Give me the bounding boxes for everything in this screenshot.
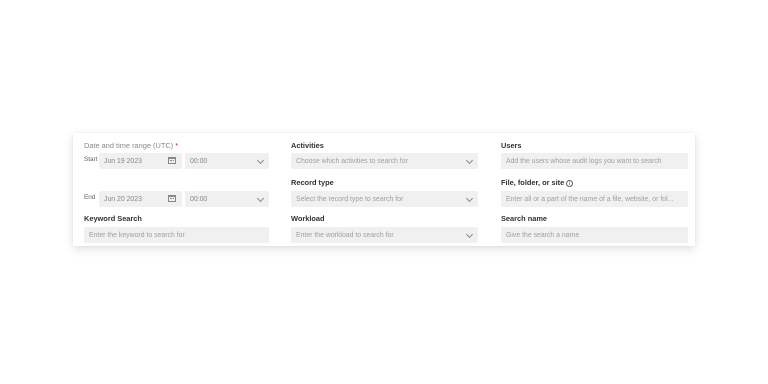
audit-search-form: Date and time range (UTC) * Start Jun 19…	[73, 133, 695, 246]
record-type-placeholder: Select the record type to search for	[296, 195, 404, 203]
activities-dropdown[interactable]: Choose which activities to search for	[291, 153, 478, 169]
end-label: End	[84, 194, 96, 201]
search-name-placeholder: Give the search a name	[506, 231, 580, 239]
required-mark: *	[175, 141, 179, 150]
chevron-down-icon	[465, 194, 474, 203]
workload-label: Workload	[291, 214, 325, 223]
users-input[interactable]: Add the users whose audit logs you want …	[501, 153, 688, 169]
search-name-label: Search name	[501, 214, 548, 223]
chevron-down-icon	[256, 156, 265, 165]
activities-label: Activities	[291, 141, 324, 150]
file-folder-site-label: File, folder, or site i	[501, 178, 574, 187]
calendar-icon[interactable]	[168, 195, 176, 202]
end-date-picker[interactable]: Jun 20 2023	[99, 191, 182, 207]
chevron-down-icon	[256, 194, 265, 203]
date-time-range-label: Date and time range (UTC) *	[84, 141, 178, 150]
record-type-dropdown[interactable]: Select the record type to search for	[291, 191, 478, 207]
end-time-value: 00:00	[190, 195, 208, 203]
start-date-value: Jun 19 2023	[104, 157, 142, 165]
chevron-down-icon	[465, 230, 474, 239]
file-folder-site-text: File, folder, or site	[501, 178, 565, 187]
start-label: Start	[84, 156, 98, 163]
end-time-dropdown[interactable]: 00:00	[185, 191, 269, 207]
file-folder-site-input[interactable]: Enter all or a part of the name of a fil…	[501, 191, 688, 207]
start-time-dropdown[interactable]: 00:00	[185, 153, 269, 169]
keyword-search-placeholder: Enter the keyword to search for	[89, 231, 185, 239]
start-date-picker[interactable]: Jun 19 2023	[99, 153, 182, 169]
date-time-range-text: Date and time range (UTC)	[84, 141, 174, 150]
activities-placeholder: Choose which activities to search for	[296, 157, 408, 165]
workload-placeholder: Enter the workload to search for	[296, 231, 394, 239]
users-label: Users	[501, 141, 522, 150]
end-date-value: Jun 20 2023	[104, 195, 142, 203]
start-time-value: 00:00	[190, 157, 208, 165]
keyword-search-input[interactable]: Enter the keyword to search for	[84, 227, 269, 243]
keyword-search-label: Keyword Search	[84, 214, 142, 223]
calendar-icon[interactable]	[168, 157, 176, 164]
chevron-down-icon	[465, 156, 474, 165]
workload-dropdown[interactable]: Enter the workload to search for	[291, 227, 478, 243]
search-name-input[interactable]: Give the search a name	[501, 227, 688, 243]
record-type-label: Record type	[291, 178, 334, 187]
file-folder-site-placeholder: Enter all or a part of the name of a fil…	[506, 195, 674, 203]
users-placeholder: Add the users whose audit logs you want …	[506, 157, 662, 165]
info-icon[interactable]: i	[566, 179, 574, 187]
